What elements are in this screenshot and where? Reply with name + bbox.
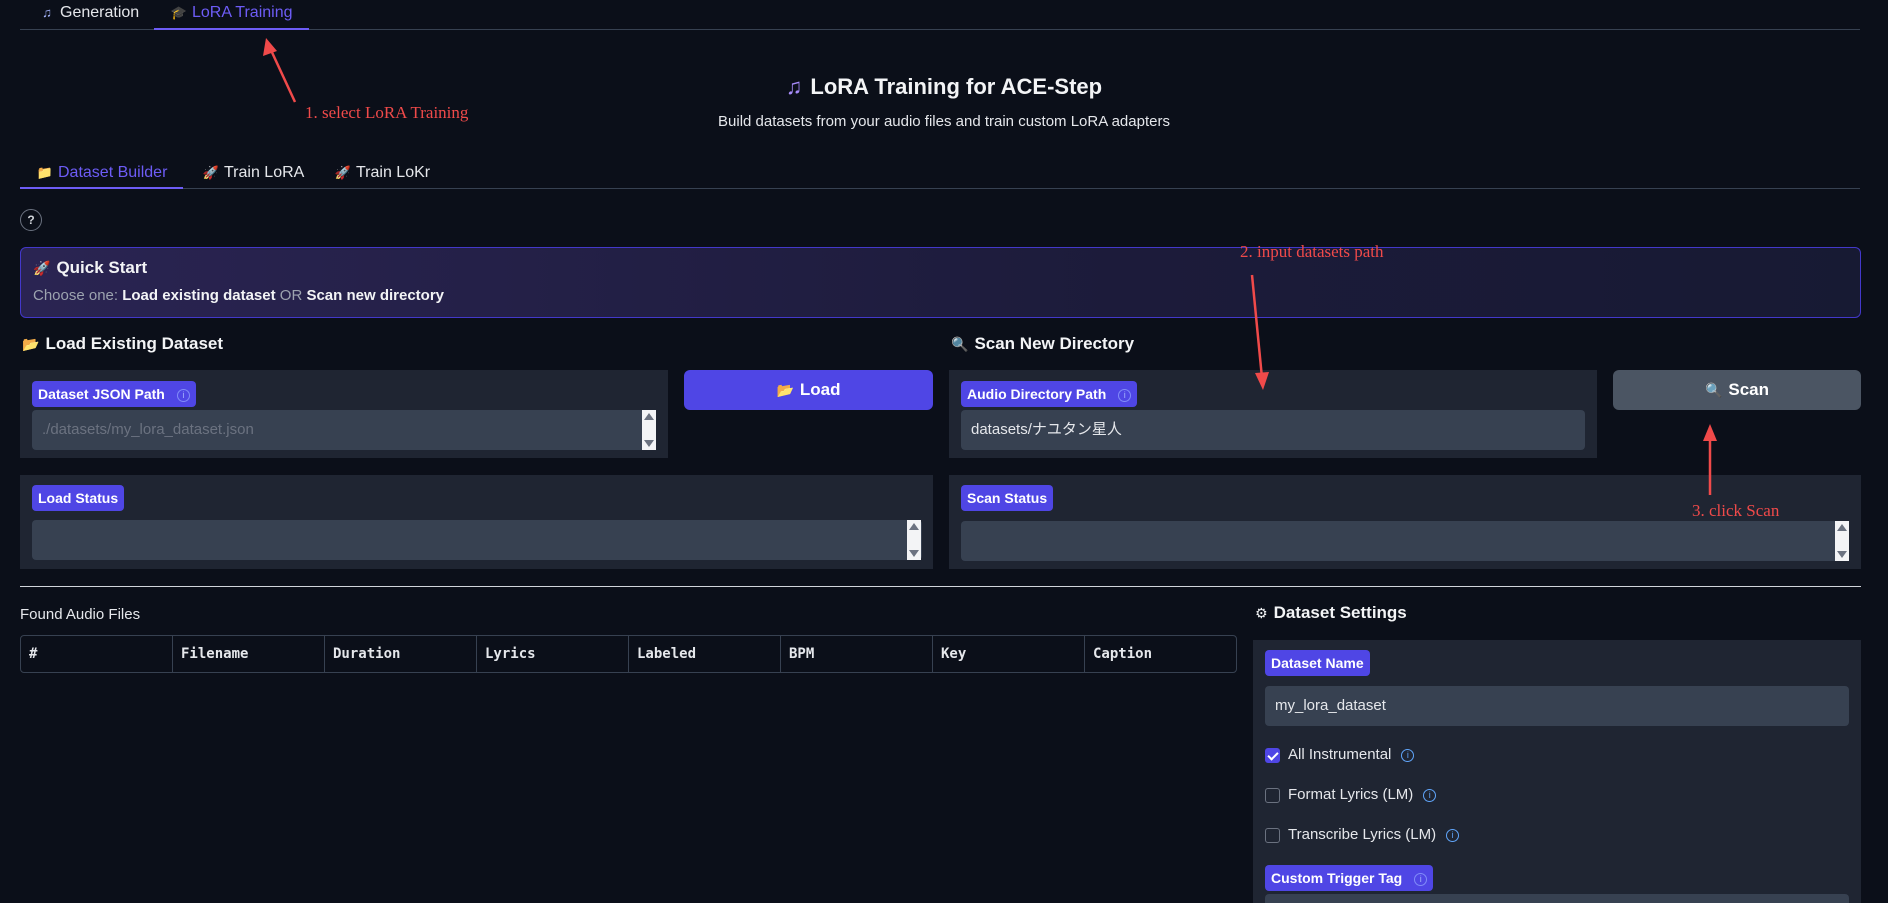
scroll-up-icon[interactable] (644, 413, 654, 420)
gear-icon: ⚙ (1255, 605, 1268, 621)
column-header[interactable]: # (21, 636, 173, 672)
help-button[interactable]: ? (20, 209, 42, 231)
load-button[interactable]: 📂 Load (684, 370, 933, 410)
annotation-arrowhead-1 (263, 38, 277, 56)
checkbox-checked-icon[interactable] (1265, 747, 1280, 763)
custom-trigger-tag-input[interactable] (1265, 894, 1849, 903)
transcribe-lyrics-checkbox[interactable]: Transcribe Lyrics (LM) i (1265, 826, 1460, 843)
textarea-scrollbar[interactable] (907, 520, 921, 560)
quick-start-description: Choose one: Load existing dataset OR Sca… (33, 287, 445, 304)
checkbox-unchecked-icon[interactable] (1265, 787, 1280, 803)
dataset-json-path-label: Dataset JSON Path i (32, 381, 196, 407)
dataset-name-input[interactable]: my_lora_dataset (1265, 686, 1849, 726)
column-header[interactable]: Filename (173, 636, 325, 672)
all-instrumental-checkbox[interactable]: All Instrumental i (1265, 746, 1415, 763)
scroll-up-icon[interactable] (909, 523, 919, 530)
annotation-step-1: 1. select LoRA Training (305, 103, 469, 122)
tab-train-lokr[interactable]: 🚀 Train LoKr (334, 160, 430, 189)
dataset-settings-panel: Dataset Name my_lora_dataset Custom Trig… (1253, 640, 1861, 903)
tab-generation[interactable]: ♫ Generation (38, 0, 139, 30)
column-header[interactable]: BPM (781, 636, 933, 672)
rocket-icon: 🚀 (202, 165, 220, 180)
quick-start-banner: 🚀 Quick Start Choose one: Load existing d… (20, 247, 1861, 318)
info-icon: i (1414, 872, 1428, 886)
column-header[interactable]: Duration (325, 636, 477, 672)
magnifier-icon: 🔍 (1704, 382, 1723, 398)
scroll-down-icon[interactable] (1837, 551, 1847, 558)
textarea-scrollbar[interactable] (1835, 521, 1849, 561)
load-status-output (32, 520, 922, 560)
info-icon: i (1446, 828, 1460, 842)
music-note-icon: ♫ (785, 74, 803, 99)
scan-button[interactable]: 🔍 Scan (1613, 370, 1861, 410)
info-icon: i (1423, 788, 1437, 802)
tab-label: LoRA Training (192, 4, 293, 21)
tab-label: Generation (60, 4, 140, 21)
tab-train-lora[interactable]: 🚀 Train LoRA (202, 160, 304, 189)
scan-status-label: Scan Status (961, 485, 1054, 511)
load-status-label: Load Status (32, 485, 125, 511)
column-header[interactable]: Caption (1085, 636, 1236, 672)
annotation-step-3: 3. click Scan (1692, 501, 1780, 520)
tab-lora-training[interactable]: 🎓 LoRA Training (154, 0, 309, 30)
folder-open-icon: 📂 (776, 382, 794, 398)
magnifier-icon: 🔍 (951, 336, 969, 352)
found-audio-files-label: Found Audio Files (20, 606, 141, 623)
rocket-icon: 🚀 (334, 165, 352, 180)
top-tab-bar: ♫ Generation 🎓 LoRA Training (20, 0, 1860, 30)
section-divider (20, 586, 1861, 587)
tab-dataset-builder[interactable]: 📁 Dataset Builder (20, 160, 184, 189)
annotation-arrowhead-3 (1703, 424, 1717, 441)
scroll-up-icon[interactable] (1837, 524, 1847, 531)
custom-trigger-tag-label: Custom Trigger Tag i (1265, 865, 1434, 891)
info-icon: i (176, 388, 190, 402)
scan-status-block: Scan Status (949, 475, 1861, 569)
scan-new-heading: 🔍 Scan New Directory (951, 334, 1135, 353)
column-header[interactable]: Lyrics (477, 636, 629, 672)
audio-directory-path-block: Audio Directory Path i datasets/ナユタン星人 (949, 370, 1597, 458)
textarea-scrollbar[interactable] (642, 410, 656, 450)
dataset-name-label: Dataset Name (1265, 650, 1370, 676)
dataset-settings-heading: ⚙ Dataset Settings (1255, 603, 1407, 622)
sub-tab-bar: 📁 Dataset Builder 🚀 Train LoRA 🚀 Train LoKr (20, 160, 1860, 189)
audio-directory-path-input[interactable]: datasets/ナユタン星人 (961, 410, 1585, 450)
column-header[interactable]: Labeled (629, 636, 781, 672)
format-lyrics-checkbox[interactable]: Format Lyrics (LM) i (1265, 786, 1437, 803)
load-existing-heading: 📂 Load Existing Dataset (22, 334, 224, 353)
scroll-down-icon[interactable] (644, 440, 654, 447)
graduation-cap-icon: 🎓 (170, 5, 188, 20)
dataset-json-path-input[interactable]: ./datasets/my_lora_dataset.json (32, 410, 656, 450)
info-icon: i (1401, 748, 1415, 762)
folder-open-icon: 📂 (22, 336, 40, 352)
rocket-icon: 🚀 (33, 260, 51, 276)
load-status-block: Load Status (20, 475, 933, 569)
folder-icon: 📁 (36, 165, 54, 180)
annotation-step-2: 2. input datasets path (1240, 242, 1384, 261)
checkbox-unchecked-icon[interactable] (1265, 827, 1280, 843)
page-subtitle: Build datasets from your audio files and… (718, 113, 1170, 130)
info-icon: i (1118, 388, 1132, 402)
dataset-json-path-block: Dataset JSON Path i ./datasets/my_lora_da… (20, 370, 668, 458)
scroll-down-icon[interactable] (909, 550, 919, 557)
scan-status-output (961, 521, 1849, 561)
column-header[interactable]: Key (933, 636, 1085, 672)
music-note-icon: ♫ (42, 5, 52, 20)
page-title: ♫ LoRA Training for ACE-Step (785, 74, 1103, 99)
audio-files-table-header: # Filename Duration Lyrics Labeled BPM K… (20, 635, 1237, 673)
audio-directory-path-label: Audio Directory Path i (961, 381, 1138, 407)
quick-start-title: 🚀 Quick Start (33, 258, 148, 277)
